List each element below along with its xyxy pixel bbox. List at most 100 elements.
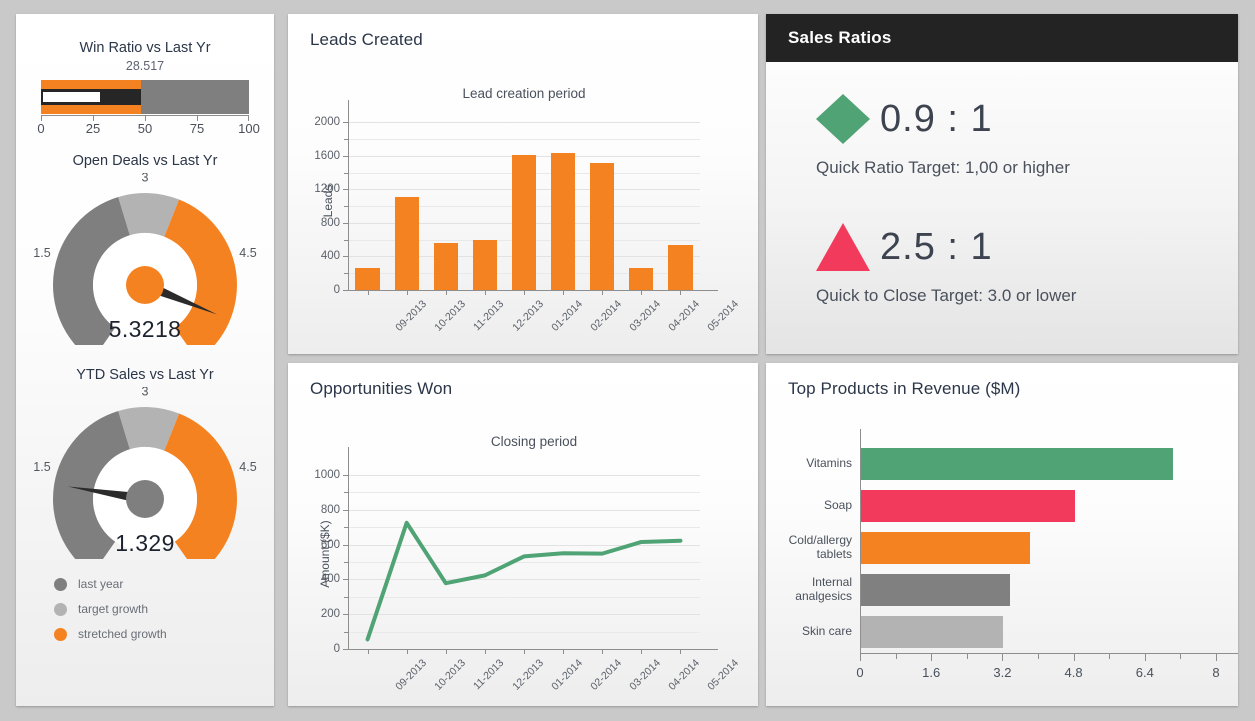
opps-x-ticklabel: 09-2013: [393, 657, 429, 693]
leads-bar[interactable]: [512, 155, 536, 290]
leads-bar[interactable]: [551, 153, 575, 290]
products-x-tickmark: [1002, 653, 1003, 661]
legend-swatch: [54, 628, 67, 641]
ratio-spacer: [810, 178, 1238, 216]
products-x-tickmark: [1109, 653, 1110, 659]
opps-y-tickmark: [343, 475, 348, 476]
opps-x-axis: [348, 649, 718, 650]
opps-x-ticklabel: 05-2014: [706, 657, 742, 693]
opps-y-minor-tickmark: [344, 492, 348, 493]
leads-x-tickmark: [407, 290, 408, 295]
products-bar[interactable]: [861, 616, 1003, 649]
opportunities-won-chart[interactable]: Closing period02004006008001000Amount ($…: [288, 363, 758, 706]
quick-to-close-value: 2.5 : 1: [880, 226, 993, 269]
top-products-chart[interactable]: VitaminsSoapCold/allergy tabletsInternal…: [766, 363, 1238, 706]
products-x-ticklabel: 0: [856, 665, 863, 680]
legend-item-2: stretched growth: [54, 627, 274, 641]
opps-y-minor-tickmark: [344, 597, 348, 598]
opps-x-ticklabel: 10-2013: [432, 657, 468, 693]
products-x-tickmark: [860, 653, 861, 661]
opps-gridline: [348, 614, 700, 615]
leads-y-tickmark: [343, 156, 348, 157]
opps-y-minor-tickmark: [344, 527, 348, 528]
ytd-sales-gauge[interactable]: 01.534.56 1.329: [30, 387, 260, 559]
leads-x-ticklabel: 09-2013: [393, 298, 429, 334]
opps-x-ticklabel: 03-2014: [628, 657, 664, 693]
opps-x-tickmark: [407, 649, 408, 654]
opps-gridline: [348, 527, 700, 528]
leads-bar[interactable]: [629, 268, 653, 290]
bullet-measure-bar: [43, 92, 100, 102]
quick-ratio-row[interactable]: 0.9 : 1: [810, 88, 1238, 150]
leads-y-minor-tickmark: [344, 139, 348, 140]
products-x-tickmark: [1180, 653, 1181, 659]
leads-bar[interactable]: [395, 197, 419, 290]
win-ratio-value: 28.517: [16, 59, 274, 73]
products-x-tickmark: [896, 653, 897, 659]
ytd-sales-kpi[interactable]: YTD Sales vs Last Yr 01.534.56 1.329: [16, 367, 274, 559]
open-deals-gauge[interactable]: 01.534.56 5.3218: [30, 173, 260, 345]
opps-line-series: [368, 523, 681, 640]
products-bar[interactable]: [861, 490, 1075, 523]
sales-ratios-card: Sales Ratios 0.9 : 1 Quick Ratio Target:…: [766, 14, 1238, 354]
opps-x-tickmark: [602, 649, 603, 654]
leads-bar[interactable]: [590, 163, 614, 290]
opps-y-tickmark: [343, 579, 348, 580]
ytd-sales-title: YTD Sales vs Last Yr: [16, 367, 274, 383]
opps-y-tickmark: [343, 649, 348, 650]
leads-x-tickmark: [680, 290, 681, 295]
leads-x-ticklabel: 10-2013: [432, 298, 468, 334]
leads-y-minor-tickmark: [344, 273, 348, 274]
opps-y-axis-label: Amount ($K): [318, 489, 332, 619]
opps-gridline: [348, 632, 700, 633]
products-x-tickmark: [1216, 653, 1217, 661]
products-bar[interactable]: [861, 532, 1030, 565]
leads-x-ticklabel: 11-2013: [471, 298, 506, 333]
products-bar[interactable]: [861, 574, 1010, 607]
opps-y-axis: [348, 447, 349, 649]
opps-x-ticklabel: 11-2013: [471, 657, 506, 692]
legend-item-1: target growth: [54, 602, 274, 616]
opps-subtitle: Closing period: [491, 434, 577, 449]
bullet-tick-label: 100: [238, 121, 260, 136]
leads-created-card: Leads Created Lead creation period040080…: [288, 14, 758, 354]
leads-y-minor-tickmark: [344, 240, 348, 241]
products-category-label: Skin care: [768, 617, 852, 647]
products-x-tickmark: [931, 653, 932, 661]
gauge-tick-label: 1.5: [33, 246, 50, 260]
opps-x-ticklabel: 12-2013: [510, 657, 546, 693]
opps-x-tickmark: [446, 649, 447, 654]
bullet-tick-label: 0: [37, 121, 44, 136]
leads-bar[interactable]: [473, 240, 497, 290]
diamond-indicator-icon: [810, 88, 876, 150]
leads-created-chart[interactable]: Lead creation period0400800120016002000L…: [288, 14, 758, 354]
opps-y-ticklabel: 1000: [306, 469, 340, 481]
win-ratio-kpi[interactable]: Win Ratio vs Last Yr 28.517 0255075100: [16, 40, 274, 137]
leads-y-tickmark: [343, 223, 348, 224]
gauge-tick-label: 3: [142, 387, 149, 399]
leads-x-ticklabel: 02-2014: [588, 298, 624, 334]
leads-x-tickmark: [602, 290, 603, 295]
legend-label: stretched growth: [78, 627, 167, 641]
opps-x-ticklabel: 01-2014: [549, 657, 585, 693]
opps-gridline: [348, 492, 700, 493]
leads-x-ticklabel: 04-2014: [667, 298, 703, 334]
gauge-tick-label: 1.5: [33, 460, 50, 474]
products-x-ticklabel: 1.6: [922, 665, 940, 680]
leads-x-tickmark: [446, 290, 447, 295]
quick-ratio-caption: Quick Ratio Target: 1,00 or higher: [816, 158, 1238, 178]
products-category-label: Cold/allergy tablets: [768, 533, 852, 563]
opps-y-tickmark: [343, 545, 348, 546]
products-bar[interactable]: [861, 448, 1173, 481]
leads-bar[interactable]: [434, 243, 458, 290]
leads-bar[interactable]: [355, 268, 379, 290]
opps-gridline: [348, 545, 700, 546]
quick-to-close-row[interactable]: 2.5 : 1: [810, 216, 1238, 278]
open-deals-kpi[interactable]: Open Deals vs Last Yr 01.534.56 5.3218: [16, 153, 274, 345]
win-ratio-bullet-chart[interactable]: 0255075100: [41, 80, 249, 137]
products-x-ticklabel: 3.2: [993, 665, 1011, 680]
legend-swatch: [54, 578, 67, 591]
leads-bar[interactable]: [668, 245, 692, 290]
legend-swatch: [54, 603, 67, 616]
gauge-legend: last yeartarget growthstretched growth: [54, 577, 274, 641]
